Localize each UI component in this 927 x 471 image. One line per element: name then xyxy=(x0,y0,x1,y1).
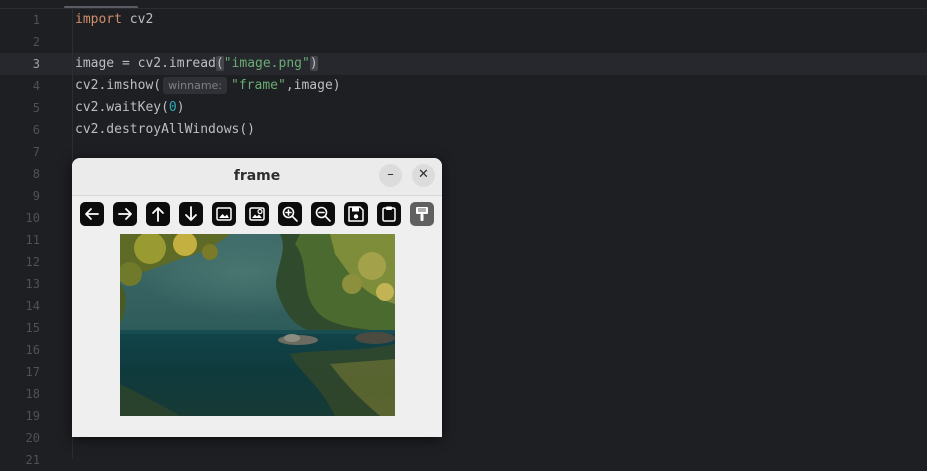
line-number: 16 xyxy=(25,343,40,357)
line-number: 4 xyxy=(32,79,40,93)
arrow-right-icon xyxy=(118,208,132,220)
line-number: 13 xyxy=(25,277,40,291)
keyword-import: import xyxy=(75,12,122,27)
code-text: cv2.imshow( xyxy=(75,78,162,93)
zoom-fit-button[interactable] xyxy=(212,202,236,226)
pan-left-button[interactable] xyxy=(80,202,104,226)
string-literal: "frame" xyxy=(231,78,286,93)
arrow-left-icon xyxy=(85,208,99,220)
minimize-button[interactable]: – xyxy=(379,164,402,187)
displayed-image[interactable] xyxy=(120,234,395,416)
code-text: cv2 xyxy=(121,12,154,27)
line-number: 18 xyxy=(25,387,40,401)
line-number: 19 xyxy=(25,409,40,423)
line-number: 1 xyxy=(32,13,40,27)
line-number: 11 xyxy=(25,233,40,247)
line-number: 5 xyxy=(32,101,40,115)
arrow-down-icon xyxy=(185,206,197,221)
code-line-4[interactable]: cv2.imshow(winname: "frame",image) xyxy=(75,75,341,97)
code-text: image = cv2.imread xyxy=(75,56,216,71)
copy-to-clipboard-button[interactable] xyxy=(377,202,401,226)
close-button[interactable]: ✕ xyxy=(412,164,435,187)
line-number: 2 xyxy=(32,35,40,49)
line-number: 20 xyxy=(25,431,40,445)
zoom-out-icon xyxy=(315,206,331,222)
parameter-hint-winname: winname: xyxy=(163,77,228,94)
code-line-2[interactable] xyxy=(75,31,341,53)
line-number-active: 3 xyxy=(32,57,40,71)
matched-paren: ( xyxy=(215,56,224,71)
properties-icon xyxy=(416,207,428,221)
save-image-button[interactable] xyxy=(344,202,368,226)
image-icon xyxy=(216,207,232,221)
line-number: 21 xyxy=(25,453,40,467)
matched-paren: ) xyxy=(309,56,318,71)
code-line-5[interactable]: cv2.waitKey(0) xyxy=(75,97,341,119)
zoom-image-icon xyxy=(249,207,265,221)
line-number-gutter: 1 2 3 4 5 6 7 8 9 10 11 12 13 14 15 16 1… xyxy=(0,9,40,471)
save-icon xyxy=(348,206,364,222)
code-line-1[interactable]: import cv2 xyxy=(75,9,341,31)
line-number: 17 xyxy=(25,365,40,379)
number-literal: 0 xyxy=(168,100,177,115)
code-line-6[interactable]: cv2.destroyAllWindows() xyxy=(75,119,341,141)
line-number: 12 xyxy=(25,255,40,269)
zoom-in-button[interactable] xyxy=(278,202,302,226)
line-number: 7 xyxy=(32,145,40,159)
opencv-frame-window[interactable]: frame – ✕ xyxy=(72,158,442,437)
line-number: 15 xyxy=(25,321,40,335)
pan-down-button[interactable] xyxy=(179,202,203,226)
code-text: ,image) xyxy=(285,78,341,93)
code-line-3[interactable]: image = cv2.imread("image.png") xyxy=(75,53,341,75)
zoom-original-button[interactable] xyxy=(245,202,269,226)
line-number: 6 xyxy=(32,123,40,137)
pan-up-button[interactable] xyxy=(146,202,170,226)
code-content[interactable]: import cv2 image = cv2.imread("image.png… xyxy=(75,9,341,141)
window-titlebar[interactable]: frame – ✕ xyxy=(72,158,442,196)
properties-button[interactable] xyxy=(410,202,434,226)
clipboard-icon xyxy=(382,206,396,222)
string-literal: "image.png" xyxy=(223,56,310,71)
zoom-out-button[interactable] xyxy=(311,202,335,226)
line-number: 8 xyxy=(32,167,40,181)
lake-forest-photo xyxy=(120,234,395,416)
arrow-up-icon xyxy=(152,207,164,222)
line-number: 9 xyxy=(32,189,40,203)
line-number: 14 xyxy=(25,299,40,313)
line-number: 10 xyxy=(25,211,40,225)
zoom-in-icon xyxy=(282,206,298,222)
code-text: cv2.destroyAllWindows() xyxy=(75,122,256,137)
pan-right-button[interactable] xyxy=(113,202,137,226)
code-text: ) xyxy=(176,100,185,115)
code-text: cv2.waitKey( xyxy=(75,100,169,115)
